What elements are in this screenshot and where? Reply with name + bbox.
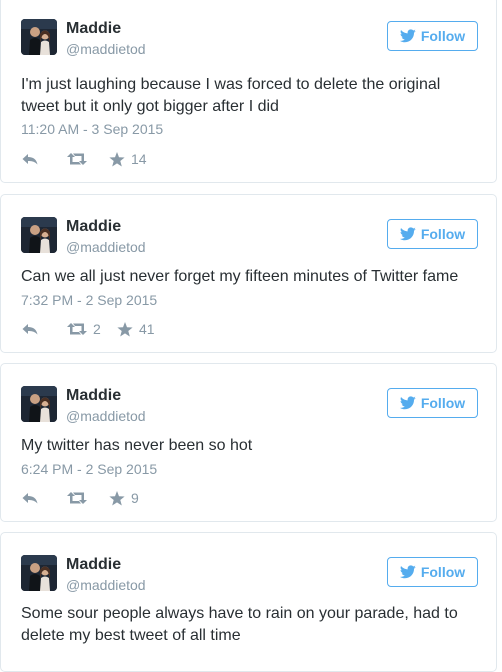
tweet-timestamp[interactable]: 11:20 AM - 3 Sep 2015	[21, 121, 163, 137]
tweet-card: Maddie @maddietod Follow Can we all just…	[0, 194, 497, 353]
reply-action[interactable]	[21, 152, 67, 166]
reply-icon	[22, 493, 38, 504]
tweet-text: I'm just laughing because I was forced t…	[21, 76, 441, 115]
retweet-action[interactable]	[67, 152, 109, 166]
author-handle[interactable]: @maddietod	[66, 408, 146, 424]
author-name[interactable]: Maddie	[66, 20, 121, 38]
avatar[interactable]	[21, 386, 57, 422]
twitter-bird-icon	[399, 565, 416, 579]
star-icon	[109, 151, 125, 166]
follow-label: Follow	[420, 28, 466, 44]
star-icon	[117, 321, 133, 336]
tweet-text: Some sour people always have to rain on …	[21, 605, 458, 644]
author-name[interactable]: Maddie	[66, 556, 121, 574]
tweet-actions: 2 41	[21, 321, 155, 337]
reply-action[interactable]	[21, 491, 67, 505]
twitter-bird-icon	[399, 396, 416, 410]
author-handle[interactable]: @maddietod	[66, 577, 146, 593]
follow-button[interactable]: Follow	[387, 557, 478, 587]
avatar[interactable]	[21, 555, 57, 591]
tweet-card: Maddie @maddietod Follow Some sour peopl…	[0, 532, 497, 672]
retweet-icon	[67, 492, 87, 504]
reply-icon	[22, 324, 38, 335]
follow-button[interactable]: Follow	[387, 21, 478, 51]
tweet-actions: 14	[21, 151, 147, 167]
tweet-text: My twitter has never been so hot	[21, 437, 253, 454]
tweet-timestamp[interactable]: 6:24 PM - 2 Sep 2015	[21, 461, 157, 477]
reply-action[interactable]	[21, 322, 67, 336]
avatar[interactable]	[21, 19, 57, 55]
avatar[interactable]	[21, 217, 57, 253]
retweet-icon	[67, 323, 87, 335]
author-handle[interactable]: @maddietod	[66, 41, 146, 57]
like-count: 9	[131, 490, 139, 506]
tweet-card: Maddie @maddietod Follow My twitter has …	[0, 363, 497, 522]
author-handle[interactable]: @maddietod	[66, 239, 146, 255]
reply-icon	[22, 154, 38, 165]
retweet-icon	[67, 153, 87, 165]
like-count: 41	[139, 321, 155, 337]
tweet-text: Can we all just never forget my fifteen …	[21, 268, 459, 285]
retweet-action[interactable]: 2	[67, 321, 117, 337]
follow-label: Follow	[420, 226, 466, 242]
author-name[interactable]: Maddie	[66, 218, 121, 236]
retweet-action[interactable]	[67, 491, 109, 505]
retweet-count: 2	[93, 321, 101, 337]
like-action[interactable]: 41	[117, 321, 155, 337]
follow-button[interactable]: Follow	[387, 388, 478, 418]
tweet-actions: 9	[21, 490, 139, 506]
like-action[interactable]: 9	[109, 490, 139, 506]
twitter-bird-icon	[399, 227, 416, 241]
star-icon	[109, 490, 125, 505]
like-action[interactable]: 14	[109, 151, 147, 167]
follow-label: Follow	[420, 395, 466, 411]
author-name[interactable]: Maddie	[66, 387, 121, 405]
follow-label: Follow	[420, 564, 466, 580]
tweet-card: Maddie @maddietod Follow I'm just laughi…	[0, 0, 497, 183]
twitter-bird-icon	[399, 29, 416, 43]
like-count: 14	[131, 151, 147, 167]
tweet-timestamp[interactable]: 7:32 PM - 2 Sep 2015	[21, 292, 157, 308]
follow-button[interactable]: Follow	[387, 219, 478, 249]
